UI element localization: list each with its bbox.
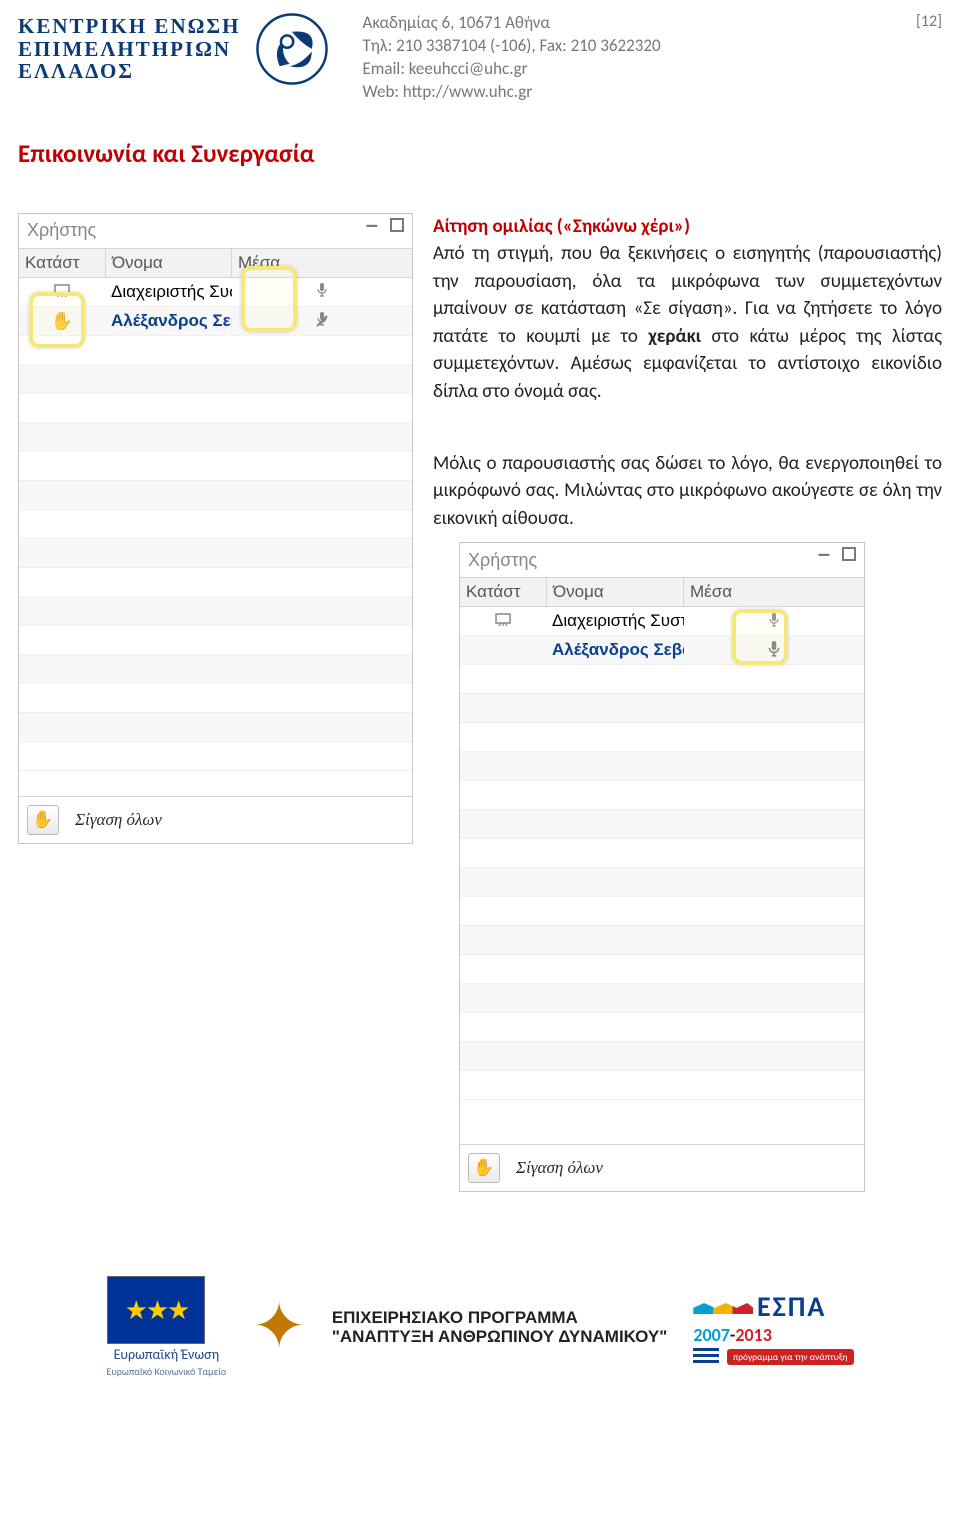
eu-subcaption: Ευρωπαϊκό Κοινωνικό Ταμείο [107, 1365, 227, 1378]
espa-sub: πρόγραμμα για την ανάπτυξη [727, 1349, 854, 1365]
mic-icon [317, 283, 327, 300]
maximize-icon[interactable] [390, 218, 404, 232]
presenter-icon [54, 284, 70, 300]
user2-row-1-name[interactable]: Διαχειριστής Συστήμα [546, 611, 684, 631]
presenter-icon-2 [495, 613, 511, 629]
para1-hand: χεράκι [648, 325, 701, 348]
col-media-2[interactable]: Μέσα [684, 578, 864, 606]
eu-flag-icon: ★ ★ ★ [107, 1276, 205, 1344]
contact-block: Ακαδημίας 6, 10671 Αθήνα Τηλ: 210 338710… [363, 12, 908, 104]
page-number: [12] [916, 12, 942, 31]
raise-hand-button[interactable]: ✋ [27, 805, 59, 835]
org-name-line1: ΚΕΝΤΡΙΚΗ ΕΝΩΣΗ [18, 15, 241, 38]
col-name-2[interactable]: Όνομα [547, 578, 684, 606]
oper-program-l2: "ΑΝΑΠΤΥΞΗ ΑΝΘΡΩΠΙΝΟΥ ΔΥΝΑΜΙΚΟΥ" [332, 1327, 668, 1347]
mic-icon-2b [768, 641, 780, 660]
maximize-icon-2[interactable] [842, 547, 856, 561]
contact-web: Web: http://www.uhc.gr [363, 81, 908, 104]
contact-address: Ακαδημίας 6, 10671 Αθήνα [363, 12, 908, 35]
col-status-2[interactable]: Κατάστ [460, 578, 547, 606]
espa-waves-icon [693, 1298, 753, 1314]
espa-year-2: 2013 [735, 1324, 772, 1346]
org-name-line3: ΕΛΛΑΔΟΣ [18, 60, 241, 83]
greece-flag-icon [693, 1348, 719, 1364]
espa-year-1: 2007 [693, 1324, 730, 1346]
contact-phone: Τηλ: 210 3387104 (-106), Fax: 210 362232… [363, 35, 908, 58]
user-row-2-name[interactable]: Αλέξανδρος Σεβασ [105, 311, 232, 331]
minimize-icon-2[interactable]: – [818, 541, 830, 567]
oper-program-label: ΕΠΙΧΕΙΡΗΣΙΑΚΟ ΠΡΟΓΡΑΜΜΑ "ΑΝΑΠΤΥΞΗ ΑΝΘΡΩΠ… [332, 1308, 668, 1347]
footer-logos: ★ ★ ★ Ευρωπαϊκή Ένωση Ευρωπαϊκό Κοινωνικ… [18, 1276, 942, 1378]
espa-logo: ΕΣΠΑ 2007-2013 πρόγραμμα για την ανάπτυξ… [693, 1289, 853, 1365]
user2-row-2-name[interactable]: Αλέξανδρος Σεβαστ [546, 640, 684, 660]
compass-icon: ✦ [252, 1288, 306, 1366]
mic-muted-icon [317, 312, 327, 329]
panel2-title: Χρήστης [468, 550, 537, 571]
para2: Μόλις ο παρουσιαστής σας δώσει το λόγο, … [433, 450, 942, 533]
contact-email: Email: keeuhcci@uhc.gr [363, 58, 908, 81]
minimize-icon[interactable]: – [366, 212, 378, 238]
col-name[interactable]: Όνομα [106, 249, 232, 277]
content-title: Αίτηση ομιλίας («Σηκώνω χέρι») [433, 215, 690, 238]
oper-program-l1: ΕΠΙΧΕΙΡΗΣΙΑΚΟ ΠΡΟΓΡΑΜΜΑ [332, 1308, 668, 1328]
mute-all-label[interactable]: Σίγαση όλων [75, 810, 162, 830]
eu-caption: Ευρωπαϊκή Ένωση [107, 1346, 227, 1363]
users-panel-1: Χρήστης – Κατάστ Όνομα Μέσα [18, 213, 413, 844]
col-media[interactable]: Μέσα [232, 249, 412, 277]
mic-icon-2a [769, 613, 779, 630]
org-name-line2: ΕΠΙΜΕΛΗΤΗΡΙΩΝ [18, 38, 241, 61]
org-name: ΚΕΝΤΡΙΚΗ ΕΝΩΣΗ ΕΠΙΜΕΛΗΤΗΡΙΩΝ ΕΛΛΑΔΟΣ [18, 15, 241, 83]
col-status[interactable]: Κατάστ [19, 249, 106, 277]
mute-all-label-2[interactable]: Σίγαση όλων [516, 1158, 603, 1178]
section-title: Επικοινωνία και Συνεργασία [18, 138, 942, 169]
users-panel-2: Χρήστης – Κατάστ Όνομα Μέσα [459, 542, 865, 1192]
org-logo [253, 12, 331, 86]
raise-hand-button-2[interactable]: ✋ [468, 1153, 500, 1183]
panel-title: Χρήστης [27, 220, 96, 241]
user-row-1-name[interactable]: Διαχειριστής Συστήμα [105, 282, 232, 302]
espa-title: ΕΣΠΑ [757, 1289, 826, 1324]
hand-icon: ✋ [51, 312, 73, 330]
